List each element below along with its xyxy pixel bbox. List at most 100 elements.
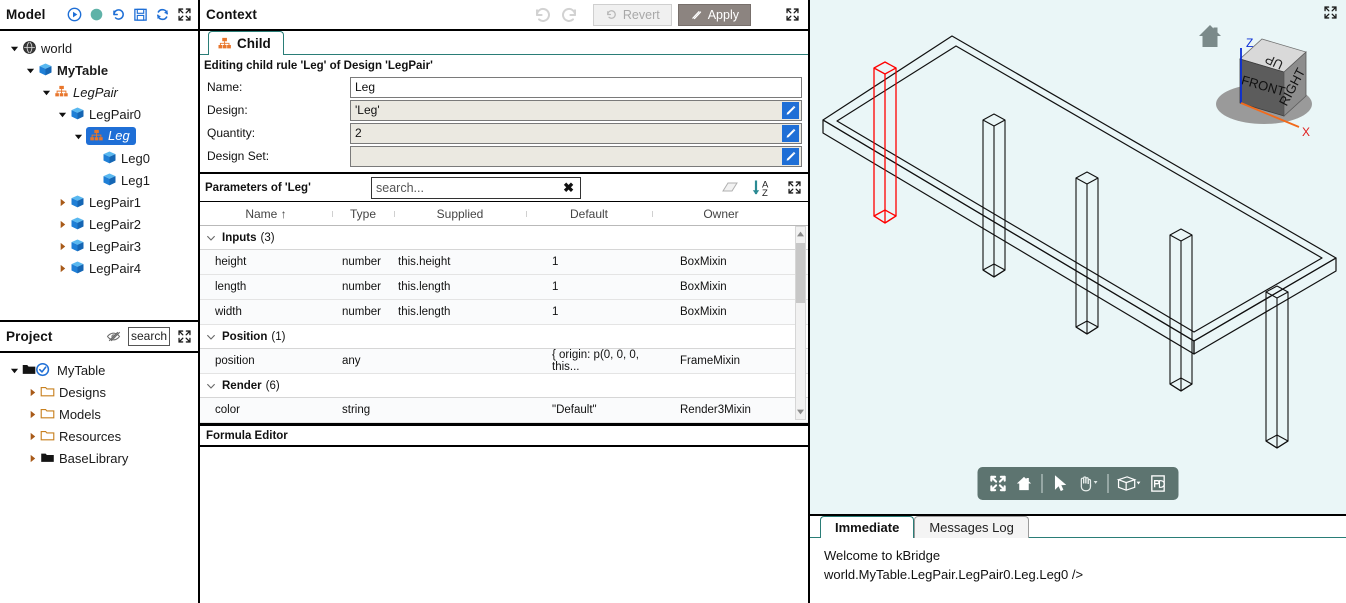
select-tool-icon[interactable] — [1049, 472, 1072, 495]
undo-icon[interactable] — [533, 5, 553, 25]
tab-immediate[interactable]: Immediate — [820, 516, 915, 538]
tree-node[interactable]: LegPair4 — [70, 260, 141, 276]
model-tree-item-legpair1[interactable]: LegPair1 — [0, 191, 198, 213]
hide-disabled-icon[interactable] — [106, 329, 121, 344]
chevron-down-icon[interactable] — [54, 107, 70, 121]
tree-node[interactable]: LegPair0 — [70, 106, 141, 122]
project-search-input[interactable]: search — [128, 327, 170, 346]
chevron-down-icon[interactable] — [206, 233, 216, 243]
3d-viewport[interactable]: UP FRONT RIGHT Z X — [810, 0, 1346, 516]
model-tree-item-legpair3[interactable]: LegPair3 — [0, 235, 198, 257]
chevron-right-icon[interactable] — [24, 385, 40, 399]
parameter-group-position[interactable]: Position (1) — [200, 325, 808, 349]
column-header-supplied[interactable]: Supplied — [394, 207, 526, 221]
parameter-group-inputs[interactable]: Inputs (3) — [200, 226, 808, 250]
project-tree-item-resources[interactable]: Resources — [0, 425, 198, 447]
chevron-down-icon[interactable] — [70, 129, 86, 143]
chevron-right-icon[interactable] — [54, 217, 70, 231]
model-tree-item-leg[interactable]: Leg — [0, 125, 198, 147]
chevron-down-icon[interactable] — [22, 63, 38, 77]
expand-icon[interactable] — [177, 329, 192, 344]
clear-search-icon[interactable]: ✖ — [563, 180, 576, 196]
sort-az-icon[interactable]: AZ — [751, 178, 773, 198]
model-tree-item-legpair[interactable]: LegPair — [0, 81, 198, 103]
column-header-owner[interactable]: Owner — [652, 207, 790, 221]
table-row[interactable]: length number this.length 1 BoxMixin — [200, 275, 808, 300]
chevron-down-icon[interactable] — [6, 41, 22, 55]
edit-pencil-icon[interactable] — [782, 101, 799, 119]
field-input-name[interactable]: Leg — [350, 76, 802, 98]
tree-node[interactable]: Leg0 — [102, 150, 150, 166]
revert-button[interactable]: Revert — [592, 3, 672, 26]
chevron-down-icon[interactable] — [6, 363, 22, 377]
project-tree-item-baselibrary[interactable]: BaseLibrary — [0, 447, 198, 469]
model-tree-item-world[interactable]: world — [0, 37, 198, 59]
expand-icon[interactable] — [785, 7, 800, 22]
scrollbar-thumb[interactable] — [796, 243, 805, 303]
apply-button[interactable]: Apply — [677, 3, 751, 26]
parameter-group-render[interactable]: Render (6) — [200, 374, 808, 398]
expand-icon[interactable] — [787, 180, 802, 195]
chevron-right-icon[interactable] — [54, 239, 70, 253]
parameters-vertical-scrollbar[interactable] — [795, 226, 806, 420]
tree-node[interactable]: world — [22, 40, 72, 56]
table-row[interactable]: width number this.length 1 BoxMixin — [200, 300, 808, 325]
export-pdf-icon[interactable] — [1147, 472, 1170, 495]
model-tree-item-legpair2[interactable]: LegPair2 — [0, 213, 198, 235]
model-tree[interactable]: world MyTable LegPair LegPair0 Leg Leg0 Leg1 Le… — [0, 31, 198, 320]
chevron-right-icon[interactable] — [54, 261, 70, 275]
selected-tree-node[interactable]: Leg — [86, 127, 136, 145]
edit-pencil-icon[interactable] — [782, 147, 799, 165]
scroll-down-icon[interactable] — [796, 406, 805, 418]
eraser-icon[interactable] — [719, 180, 739, 195]
chevron-right-icon[interactable] — [24, 429, 40, 443]
redo-icon[interactable] — [559, 5, 579, 25]
field-input-quantity[interactable]: 2 — [350, 122, 802, 144]
field-input-designset[interactable] — [350, 145, 802, 167]
chevron-down-icon[interactable] — [206, 332, 216, 342]
tree-node[interactable]: LegPair — [54, 84, 118, 100]
expand-icon[interactable] — [177, 7, 192, 22]
tab-child[interactable]: Child — [208, 31, 284, 55]
column-header-name[interactable]: Name ↑ — [200, 207, 332, 221]
table-row[interactable]: height number this.height 1 BoxMixin — [200, 250, 808, 275]
chevron-right-icon[interactable] — [24, 451, 40, 465]
fit-to-view-icon[interactable] — [987, 472, 1010, 495]
chevron-down-icon[interactable] — [38, 85, 54, 99]
save-icon[interactable] — [133, 7, 148, 22]
project-tree-item-designs[interactable]: Designs — [0, 381, 198, 403]
formula-editor-body[interactable] — [200, 447, 808, 603]
home-view-icon[interactable] — [1013, 472, 1036, 495]
view-style-icon[interactable] — [1115, 472, 1144, 495]
status-indicator-icon[interactable] — [89, 7, 104, 22]
chevron-down-icon[interactable] — [206, 381, 216, 391]
refresh-icon[interactable] — [155, 7, 170, 22]
model-tree-item-mytable[interactable]: MyTable — [0, 59, 198, 81]
tree-node[interactable]: Leg1 — [102, 172, 150, 188]
edit-pencil-icon[interactable] — [782, 124, 799, 142]
scroll-up-icon[interactable] — [796, 228, 805, 240]
history-icon[interactable] — [111, 7, 126, 22]
column-header-type[interactable]: Type — [332, 207, 394, 221]
run-icon[interactable] — [67, 7, 82, 22]
chevron-right-icon[interactable] — [54, 195, 70, 209]
tree-node[interactable]: LegPair3 — [70, 238, 141, 254]
tree-node[interactable]: LegPair1 — [70, 194, 141, 210]
table-row[interactable]: position any { origin: p(0, 0, 0, this... F… — [200, 349, 808, 374]
tree-node[interactable]: MyTable — [38, 62, 108, 78]
project-tree-item-mytable[interactable]: MyTable — [0, 359, 198, 381]
tree-node[interactable]: LegPair2 — [70, 216, 141, 232]
model-tree-item-legpair0[interactable]: LegPair0 — [0, 103, 198, 125]
console-output[interactable]: Welcome to kBridge world.MyTable.LegPair.… — [810, 538, 1346, 603]
field-input-design[interactable]: 'Leg' — [350, 99, 802, 121]
chevron-right-icon[interactable] — [24, 407, 40, 421]
column-header-default[interactable]: Default — [526, 207, 652, 221]
pan-tool-icon[interactable] — [1075, 472, 1102, 495]
model-tree-item-leg0[interactable]: Leg0 — [0, 147, 198, 169]
parameters-search-input[interactable]: search... ✖ — [371, 176, 581, 199]
model-tree-item-leg1[interactable]: Leg1 — [0, 169, 198, 191]
table-row[interactable]: color string "Default" Render3Mixin — [200, 398, 808, 423]
tab-messages-log[interactable]: Messages Log — [914, 516, 1029, 538]
project-tree-item-models[interactable]: Models — [0, 403, 198, 425]
model-tree-item-legpair4[interactable]: LegPair4 — [0, 257, 198, 279]
